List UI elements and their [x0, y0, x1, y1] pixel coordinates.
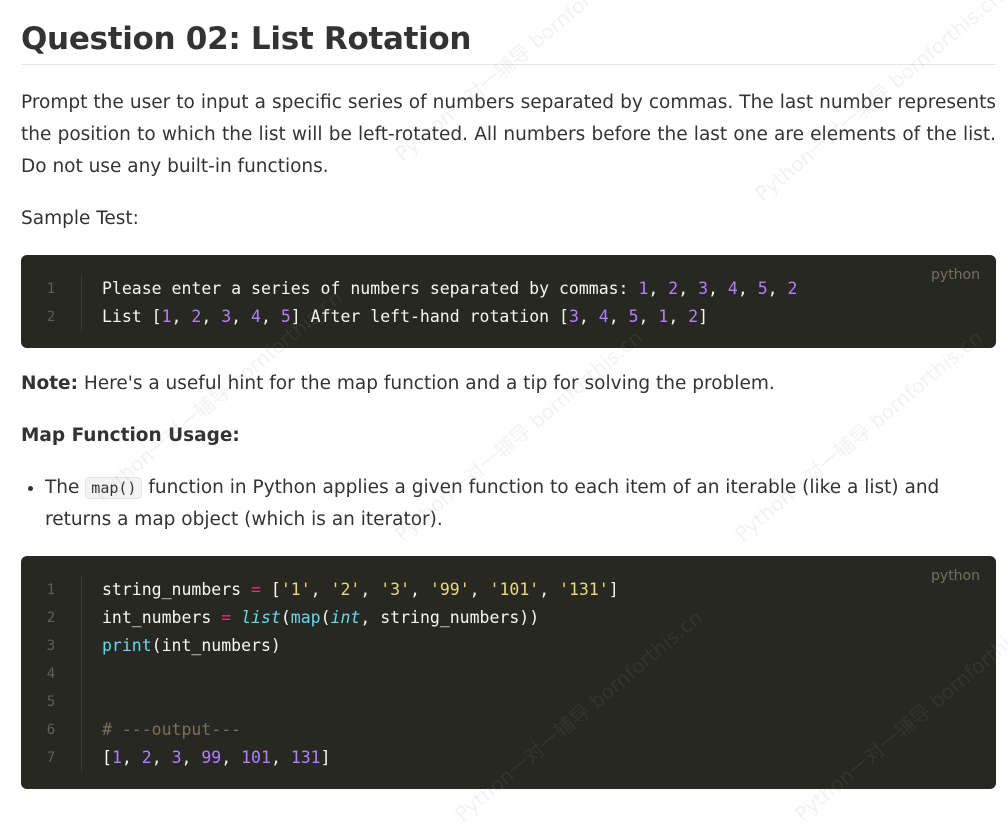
map-code-block: python 1 string_numbers = ['1', '2', '3'…: [21, 556, 996, 789]
note-label: Note:: [21, 373, 78, 394]
line-number: 6: [21, 716, 82, 744]
bullet-text-before: The: [45, 477, 86, 498]
page-title: Question 02: List Rotation: [21, 0, 996, 65]
code-language-label: python: [931, 568, 980, 584]
note-text: Here's a useful hint for the map functio…: [77, 373, 775, 394]
prompt-paragraph: Prompt the user to input a specific seri…: [21, 92, 996, 177]
code-line: 1 Please enter a series of numbers separ…: [21, 275, 996, 303]
code-text: string_numbers = ['1', '2', '3', '99', '…: [102, 580, 619, 599]
map-usage-heading: Map Function Usage:: [21, 420, 996, 452]
code-line: 7 [1, 2, 3, 99, 101, 131]: [21, 744, 996, 772]
inline-code: map(): [85, 477, 143, 499]
bullet-list: The map() function in Python applies a g…: [21, 472, 996, 536]
line-number: 7: [21, 744, 82, 772]
code-line: 1 string_numbers = ['1', '2', '3', '99',…: [21, 576, 996, 604]
sample-test-label: Sample Test:: [21, 208, 139, 229]
code-language-label: python: [931, 267, 980, 283]
code-line: 5: [21, 688, 996, 716]
map-usage-heading-text: Map Function Usage:: [21, 425, 240, 446]
code-text: [1, 2, 3, 99, 101, 131]: [102, 748, 331, 767]
code-line: 6 # ---output---: [21, 716, 996, 744]
code-text: List [1, 2, 3, 4, 5] After left-hand rot…: [102, 307, 709, 326]
code-line: 2 int_numbers = list(map(int, string_num…: [21, 604, 996, 632]
code-text: Please enter a series of numbers separat…: [102, 279, 798, 298]
line-number: 3: [21, 632, 82, 660]
line-number: 1: [21, 275, 82, 303]
bullet-text-after: function in Python applies a given funct…: [45, 477, 940, 530]
line-number: 4: [21, 660, 82, 688]
code-text: int_numbers = list(map(int, string_numbe…: [102, 608, 540, 627]
line-number: 2: [21, 303, 82, 331]
line-number: 1: [21, 576, 82, 604]
code-text: print(int_numbers): [102, 636, 281, 655]
code-line: 4: [21, 660, 996, 688]
list-item: The map() function in Python applies a g…: [45, 472, 996, 536]
code-comment: # ---output---: [102, 720, 242, 739]
line-number: 2: [21, 604, 82, 632]
note-paragraph: Note: Here's a useful hint for the map f…: [21, 368, 996, 400]
article: Question 02: List Rotation Prompt the us…: [21, 0, 996, 789]
code-line: 2 List [1, 2, 3, 4, 5] After left-hand r…: [21, 303, 996, 331]
line-number: 5: [21, 688, 82, 716]
code-line: 3 print(int_numbers): [21, 632, 996, 660]
sample-code-block: python 1 Please enter a series of number…: [21, 255, 996, 348]
